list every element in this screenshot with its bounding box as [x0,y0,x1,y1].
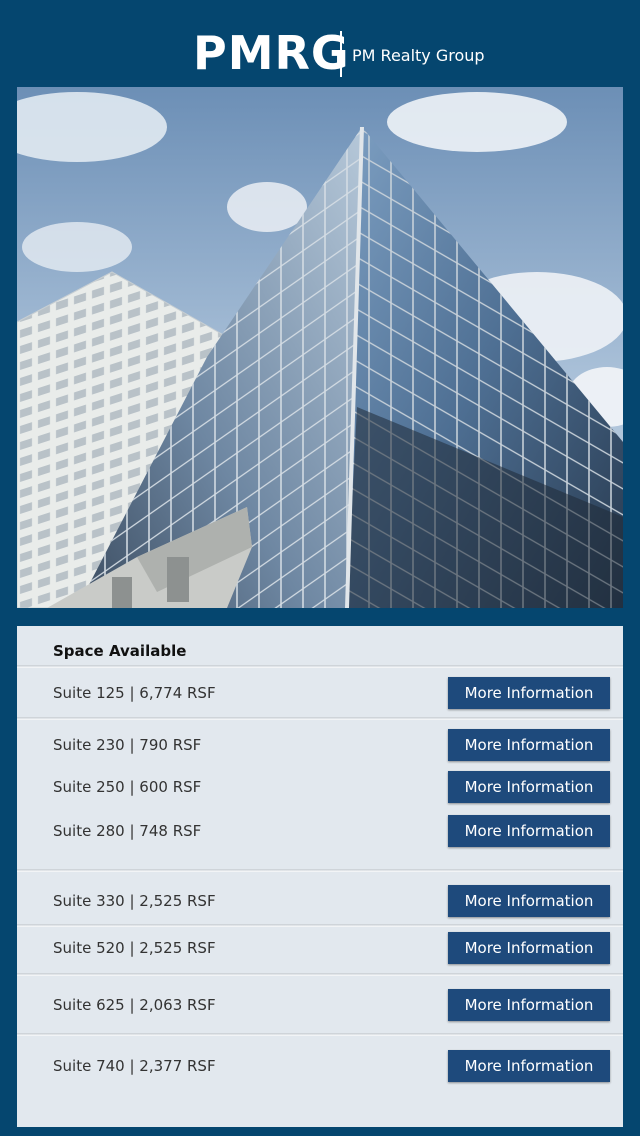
divider [17,665,623,668]
space-available-panel: Space Available Suite 125 | 6,774 RSF Mo… [17,626,623,1127]
more-information-button[interactable]: More Information [448,1050,610,1082]
suite-label: Suite 520 | 2,525 RSF [53,939,216,957]
divider [17,717,623,720]
divider [17,973,623,976]
header: PMRG PM Realty Group [0,0,640,87]
logo-mark: PMRG [193,26,350,80]
more-information-button[interactable]: More Information [448,932,610,964]
more-information-button[interactable]: More Information [448,885,610,917]
more-information-button[interactable]: More Information [448,771,610,803]
building-photo [17,87,623,608]
suite-label: Suite 330 | 2,525 RSF [53,892,216,910]
suite-label: Suite 125 | 6,774 RSF [53,684,216,702]
more-information-button[interactable]: More Information [448,815,610,847]
suite-label: Suite 625 | 2,063 RSF [53,996,216,1014]
suite-label: Suite 280 | 748 RSF [53,822,202,840]
more-information-button[interactable]: More Information [448,729,610,761]
panel-title: Space Available [53,642,187,660]
suite-label: Suite 740 | 2,377 RSF [53,1057,216,1075]
divider [17,869,623,872]
logo-divider [340,31,342,77]
divider [17,924,623,927]
suite-label: Suite 250 | 600 RSF [53,778,202,796]
suite-label: Suite 230 | 790 RSF [53,736,202,754]
company-name: PM Realty Group [352,46,485,65]
more-information-button[interactable]: More Information [448,989,610,1021]
more-information-button[interactable]: More Information [448,677,610,709]
divider [17,1033,623,1036]
